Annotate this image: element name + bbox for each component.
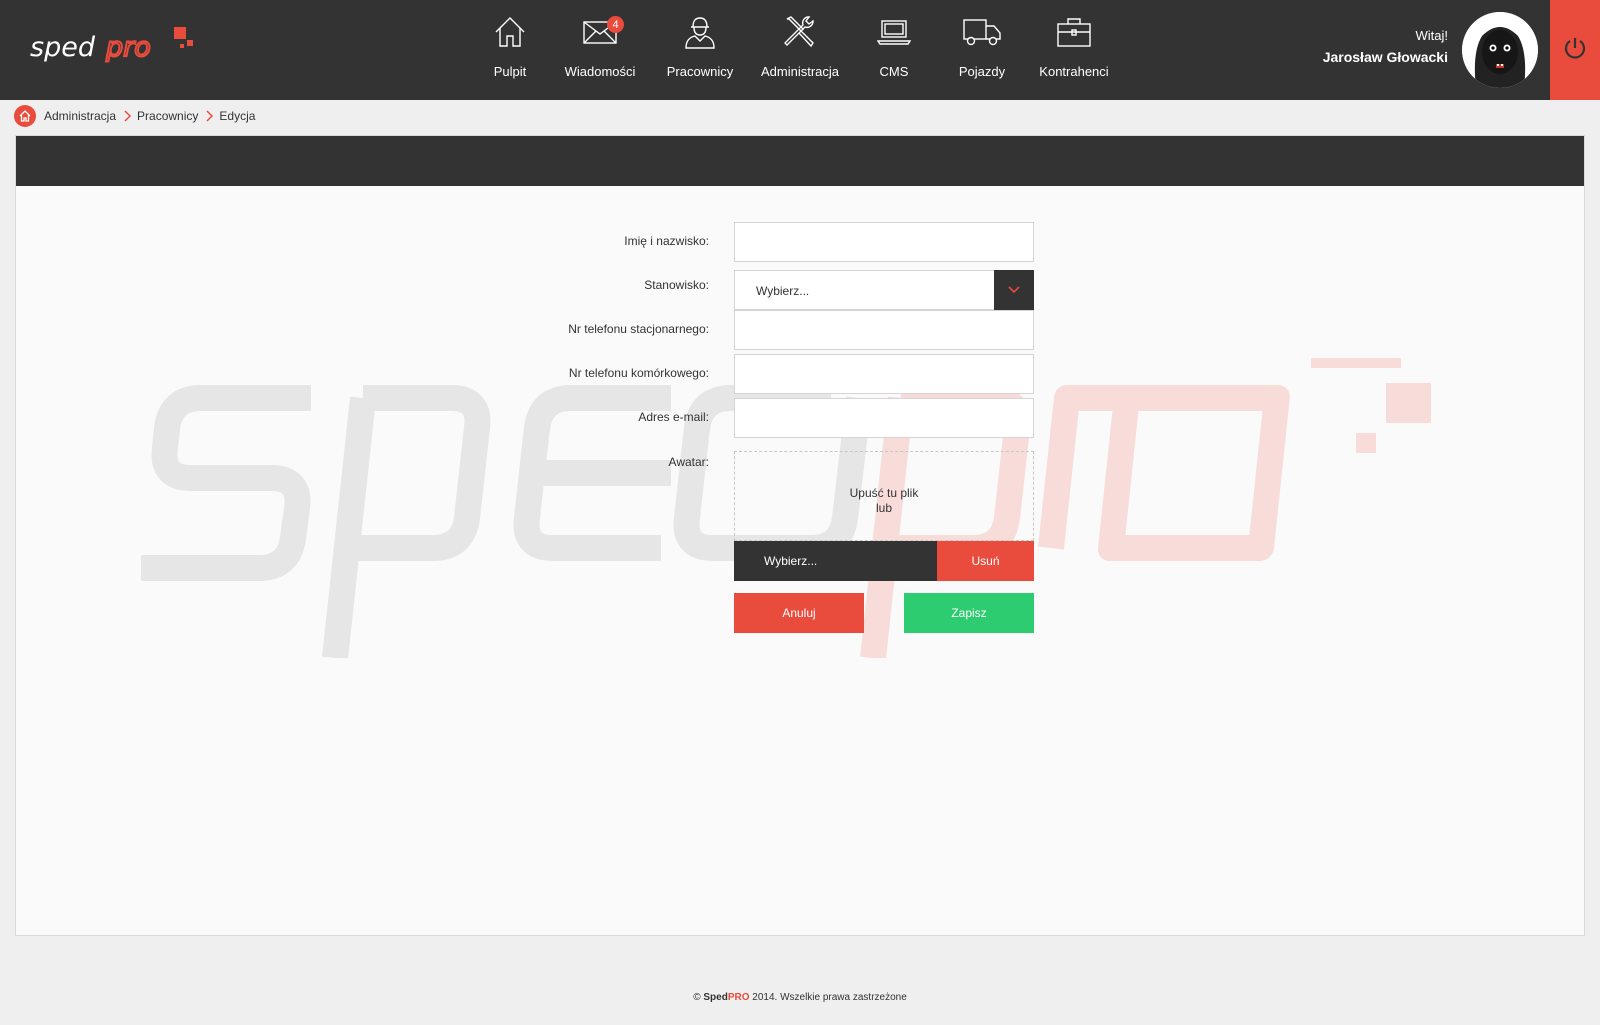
breadcrumb: Administracja Pracownicy Edycja [14,104,255,128]
top-bar: sped pro Pulpit 4 Wiadomości Pracownicy … [0,0,1600,100]
unread-badge: 4 [607,16,624,33]
name-input[interactable] [734,222,1034,262]
employee-form: Imię i nazwisko: Stanowisko: Wybierz... … [16,136,1584,935]
breadcrumb-item-administracja[interactable]: Administracja [44,109,116,123]
nav-label: Administracja [760,64,840,79]
email-label: Adres e-mail: [638,410,709,424]
save-button[interactable]: Zapisz [904,593,1034,633]
remove-file-button[interactable]: Usuń [937,541,1034,581]
nav-item-wiadomosci[interactable]: 4 Wiadomości [550,0,650,100]
briefcase-icon [1054,14,1094,50]
nav-item-pracownicy[interactable]: Pracownicy [650,0,750,100]
mobile-input[interactable] [734,354,1034,394]
nav-label: Pracownicy [666,64,734,79]
logout-button[interactable] [1550,0,1600,100]
footer-brand-pro: PRO [727,992,750,1003]
nav-label: Pojazdy [958,64,1006,79]
chevron-right-icon [124,110,132,122]
dropzone-text: Upuść tu plik lub [735,486,1033,516]
nav-item-cms[interactable]: CMS [844,0,944,100]
email-input[interactable] [734,398,1034,438]
edit-panel: Imię i nazwisko: Stanowisko: Wybierz... … [15,135,1585,936]
nav-label: Pulpit [493,64,527,79]
home-icon [490,14,530,50]
position-select-value: Wybierz... [756,284,810,298]
mobile-label: Nr telefonu komórkowego: [568,366,709,380]
position-select[interactable]: Wybierz... [734,270,1034,310]
nav-label: CMS [879,64,909,79]
chevron-down-icon[interactable] [994,270,1034,310]
tools-icon [780,14,820,50]
footer-copyright: © [693,992,704,1003]
avatar-label: Awatar: [668,455,709,469]
nav-label: Wiadomości [564,64,636,79]
truck-icon [962,14,1002,50]
avatar-icon[interactable] [1462,12,1538,88]
nav-item-kontrahenci[interactable]: Kontrahenci [1024,0,1124,100]
breadcrumb-home-icon[interactable] [14,105,36,127]
footer-brand-sped: Sped [703,992,728,1003]
cancel-button[interactable]: Anuluj [734,593,864,633]
landline-label: Nr telefonu stacjonarnego: [568,322,709,336]
breadcrumb-item-pracownicy[interactable]: Pracownicy [137,109,198,123]
nav-label: Kontrahenci [1039,64,1109,79]
chevron-right-icon [206,110,214,122]
footer: © SpedPRO 2014. Wszelkie prawa zastrzeżo… [0,992,1600,1003]
dropzone-line-1: Upuść tu plik [849,486,919,500]
user-name[interactable]: Jarosław Głowacki [1323,49,1448,65]
breadcrumb-item-edycja: Edycja [219,109,256,123]
dropzone-line-2: lub [875,501,892,515]
nav-item-pojazdy[interactable]: Pojazdy [932,0,1032,100]
nav-item-pulpit[interactable]: Pulpit [460,0,560,100]
choose-file-button[interactable]: Wybierz... [734,541,937,581]
name-label: Imię i nazwisko: [624,234,709,248]
position-label: Stanowisko: [644,278,709,292]
avatar-dropzone[interactable]: Upuść tu plik lub [734,451,1034,541]
worker-icon [680,14,720,50]
nav-item-administracja[interactable]: Administracja [750,0,850,100]
power-icon [1563,36,1587,65]
landline-input[interactable] [734,310,1034,350]
user-greeting: Witaj! Jarosław Głowacki [1323,28,1448,65]
laptop-icon [874,14,914,50]
envelope-icon: 4 [580,14,624,50]
greeting-text: Witaj! [1415,28,1449,43]
footer-rights: 2014. Wszelkie prawa zastrzeżone [749,992,907,1003]
